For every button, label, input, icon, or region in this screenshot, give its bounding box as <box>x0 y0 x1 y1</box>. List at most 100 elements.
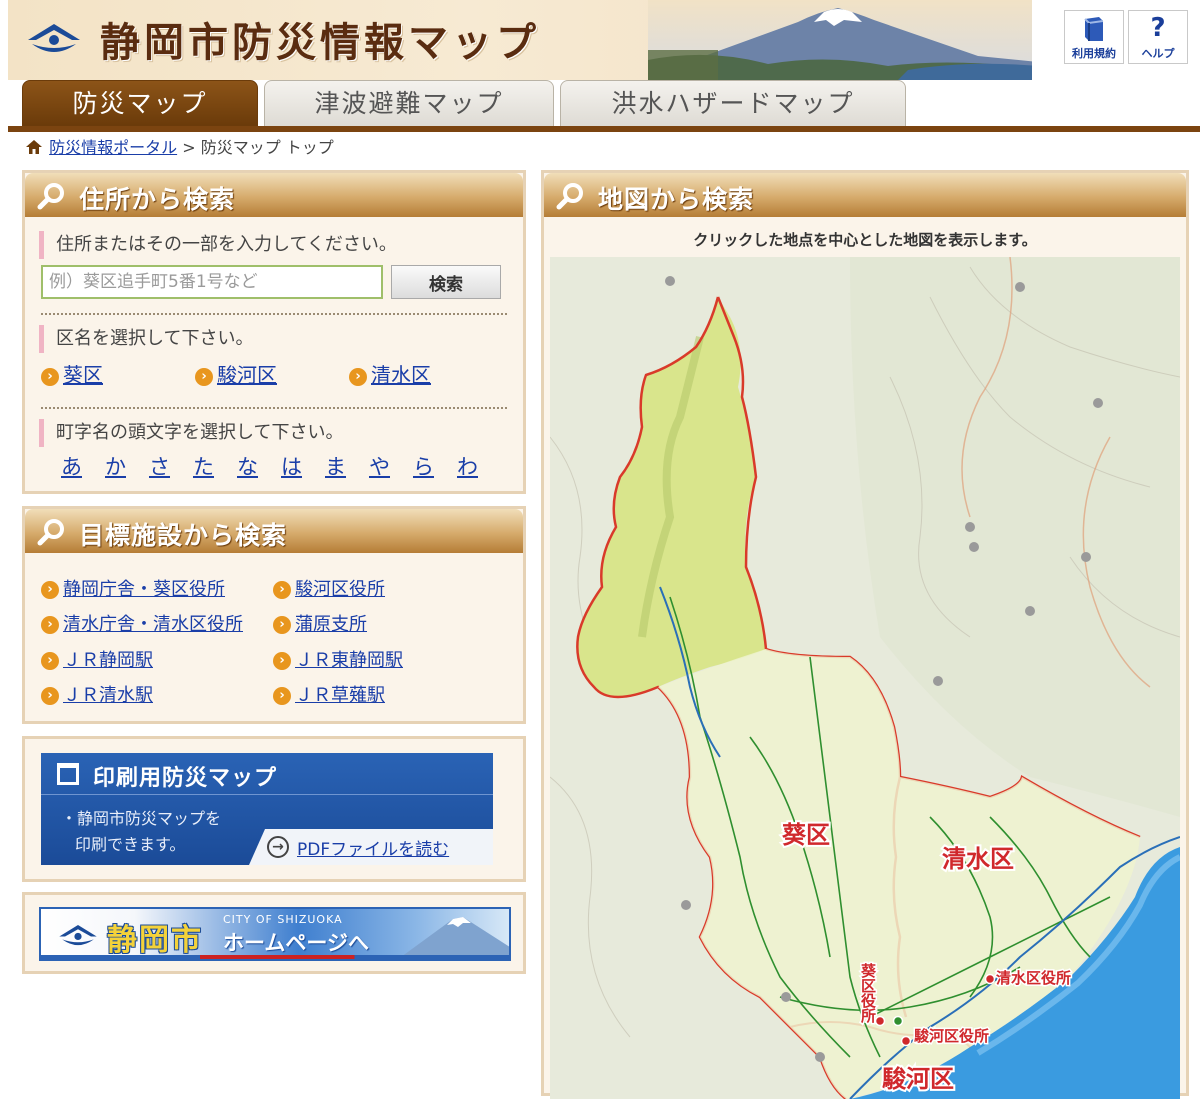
facility-link-label[interactable]: ＪＲ清水駅 <box>63 685 153 706</box>
breadcrumb: 防災情報ポータル > 防災マップ トップ <box>26 136 334 160</box>
facility-link[interactable]: › ＪＲ静岡駅 <box>41 646 153 672</box>
arrow-circle-icon: › <box>349 368 367 386</box>
site-title: 静岡市防災情報マップ <box>100 19 540 66</box>
city-map-svg[interactable]: 葵区 清水区 駿河区 葵区役所 駿河区役所 清水区役所 <box>550 257 1180 1099</box>
city-name: 静岡市 <box>107 923 203 958</box>
office-marker-icon[interactable] <box>984 973 996 985</box>
breadcrumb-portal-link[interactable]: 防災情報ポータル <box>49 138 177 157</box>
facility-link-label[interactable]: 駿河区役所 <box>295 579 385 600</box>
site-header: 静岡市防災情報マップ 利用規約 ? ヘルプ <box>0 0 1200 80</box>
ward-link-label[interactable]: 清水区 <box>371 363 431 387</box>
kana-link-sa[interactable]: さ <box>149 451 193 481</box>
map-label-aoi: 葵区 <box>782 821 830 849</box>
city-overview-map[interactable]: 葵区 清水区 駿河区 葵区役所 駿河区役所 清水区役所 <box>550 257 1180 1099</box>
help-label: ヘルプ <box>1141 47 1175 60</box>
ward-link-shimizu[interactable]: › 清水区 <box>349 359 431 388</box>
facility-link[interactable]: › ＪＲ草薙駅 <box>273 681 385 707</box>
tab-flood-hazard-map[interactable]: 洪水ハザードマップ <box>560 80 906 126</box>
print-map-description: 印刷できます。 <box>75 835 186 854</box>
kana-link-na[interactable]: な <box>237 451 281 481</box>
facility-link-label[interactable]: 静岡庁舎・葵区役所 <box>63 579 225 600</box>
address-search-header: 住所から検索 <box>25 173 523 217</box>
map-search-panel: 地図から検索 クリックした地点を中心とした地図を表示します。 葵区 清水区 駿河… <box>541 170 1189 1099</box>
pdf-link-button[interactable]: → PDFファイルを読む <box>249 829 493 865</box>
facility-search-title: 目標施設から検索 <box>79 521 288 550</box>
kana-link-a[interactable]: あ <box>61 451 105 481</box>
pdf-link[interactable]: PDFファイルを読む <box>297 835 449 860</box>
kana-link-ra[interactable]: ら <box>413 451 457 481</box>
city-homepage-label: ホームページへ <box>223 931 369 955</box>
city-emblem-icon <box>59 924 97 946</box>
map-label-aoi-office: 葵区役所 <box>859 962 877 1024</box>
ward-link-label[interactable]: 駿河区 <box>217 363 277 387</box>
print-map-header: 印刷用防災マップ <box>41 753 493 795</box>
ward-link-suruga[interactable]: › 駿河区 <box>195 359 277 388</box>
clipboard-icon <box>57 763 79 785</box>
address-search-button[interactable]: 検索 <box>391 265 501 299</box>
print-map-box: 印刷用防災マップ ・静岡市防災マップを 印刷できます。 → PDFファイルを読む <box>41 753 493 865</box>
facility-link[interactable]: › 静岡庁舎・葵区役所 <box>41 575 225 601</box>
facility-link[interactable]: › 蒲原支所 <box>273 610 367 636</box>
banner-stripe <box>41 955 509 959</box>
tab-disaster-prevention-map[interactable]: 防災マップ <box>22 80 258 126</box>
arrow-circle-icon: › <box>41 581 59 599</box>
map-search-title: 地図から検索 <box>598 185 755 214</box>
map-label-shimizu: 清水区 <box>942 845 1014 873</box>
tab-tsunami-evacuation-map[interactable]: 津波避難マップ <box>264 80 554 126</box>
facility-link-label[interactable]: ＪＲ草薙駅 <box>295 685 385 706</box>
city-homepage-panel: 静岡市 CITY OF SHIZUOKA ホームページへ <box>22 892 526 974</box>
kana-link-ta[interactable]: た <box>193 451 237 481</box>
magnifier-icon <box>37 519 64 546</box>
office-marker-icon[interactable] <box>900 1035 912 1047</box>
kana-link-ya[interactable]: や <box>369 451 413 481</box>
arrow-circle-icon: › <box>195 368 213 386</box>
tab-underline-bar <box>8 126 1200 132</box>
facility-link-label[interactable]: 清水庁舎・清水区役所 <box>63 614 243 635</box>
arrow-circle-icon: › <box>41 687 59 705</box>
breadcrumb-separator: > <box>182 138 196 157</box>
address-search-panel: 住所から検索 住所またはその一部を入力してください。 検索 区名を選択して下さい… <box>22 170 526 494</box>
mount-fuji-landscape-image <box>648 0 1032 80</box>
kana-link-ma[interactable]: ま <box>325 451 369 481</box>
facility-link-label[interactable]: ＪＲ静岡駅 <box>63 650 153 671</box>
header-banner: 静岡市防災情報マップ <box>8 0 1032 80</box>
address-search-input[interactable] <box>41 265 383 299</box>
help-button[interactable]: ? ヘルプ <box>1128 10 1188 64</box>
map-type-tabs: 防災マップ 津波避難マップ 洪水ハザードマップ <box>8 80 1200 132</box>
arrow-right-circle-icon: → <box>267 836 289 858</box>
facility-link-label[interactable]: ＪＲ東静岡駅 <box>295 650 403 671</box>
ward-link-label[interactable]: 葵区 <box>63 363 103 387</box>
home-icon <box>26 136 44 160</box>
print-map-description: ・静岡市防災マップを <box>61 809 222 828</box>
facility-search-panel: 目標施設から検索 › 静岡庁舎・葵区役所 › 駿河区役所 › 清水庁舎・清水区役所 ›… <box>22 506 526 724</box>
kana-link-wa[interactable]: わ <box>457 451 501 481</box>
dotted-divider <box>41 313 507 315</box>
facility-link[interactable]: › 清水庁舎・清水区役所 <box>41 610 243 636</box>
magnifier-icon <box>556 183 583 210</box>
terms-of-use-button[interactable]: 利用規約 <box>1064 10 1124 64</box>
facility-link[interactable]: › 駿河区役所 <box>273 575 385 601</box>
kana-instruction: 町字名の頭文字を選択して下さい。 <box>39 419 343 447</box>
breadcrumb-current-page: 防災マップ トップ <box>200 138 334 157</box>
arrow-circle-icon: › <box>41 368 59 386</box>
city-homepage-banner-link[interactable]: 静岡市 CITY OF SHIZUOKA ホームページへ <box>39 907 511 961</box>
ward-link-aoi[interactable]: › 葵区 <box>41 359 103 388</box>
map-caption: クリックした地点を中心とした地図を表示します。 <box>693 231 1037 249</box>
ward-instruction: 区名を選択して下さい。 <box>39 325 253 353</box>
book-icon <box>1065 11 1123 45</box>
facility-link[interactable]: › ＪＲ東静岡駅 <box>273 646 403 672</box>
office-marker-icon[interactable] <box>874 1015 886 1027</box>
mount-fuji-image <box>401 917 509 959</box>
map-label-shimizu-office: 清水区役所 <box>996 969 1071 987</box>
arrow-circle-icon: › <box>41 616 59 634</box>
map-label-suruga: 駿河区 <box>882 1065 954 1093</box>
kana-link-ka[interactable]: か <box>105 451 149 481</box>
facility-link[interactable]: › ＪＲ清水駅 <box>41 681 153 707</box>
facility-link-label[interactable]: 蒲原支所 <box>295 614 367 635</box>
facility-search-header: 目標施設から検索 <box>25 509 523 553</box>
terms-of-use-label: 利用規約 <box>1072 47 1116 60</box>
kana-index-links: あかさたなはまやらわ <box>61 451 501 481</box>
station-marker-icon[interactable] <box>892 1015 904 1027</box>
address-instruction: 住所またはその一部を入力してください。 <box>39 231 397 259</box>
kana-link-ha[interactable]: は <box>281 451 325 481</box>
